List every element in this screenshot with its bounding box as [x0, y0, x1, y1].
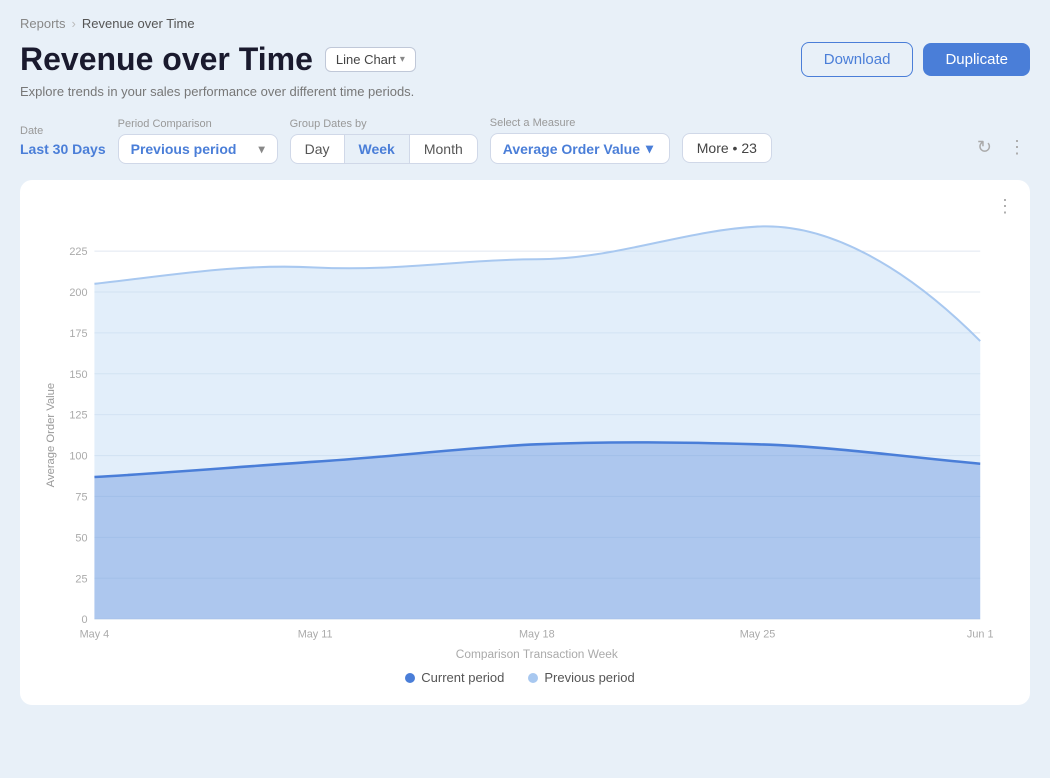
- legend-current-label: Current period: [421, 670, 504, 685]
- group-day-button[interactable]: Day: [291, 135, 345, 163]
- chart-type-label: Line Chart: [336, 52, 396, 67]
- legend-previous-label: Previous period: [544, 670, 634, 685]
- breadcrumb: Reports › Revenue over Time: [20, 16, 1030, 31]
- breadcrumb-separator: ›: [72, 16, 76, 31]
- svg-text:Jun 1: Jun 1: [967, 628, 994, 640]
- chart-area: Average Order Value 0 25 50 75 100 125: [40, 200, 1000, 660]
- date-filter-label: Date: [20, 125, 106, 137]
- chart-svg: Average Order Value 0 25 50 75 100 125: [40, 200, 1000, 660]
- svg-text:Comparison Transaction Week: Comparison Transaction Week: [456, 647, 619, 660]
- chart-legend: Current period Previous period: [40, 670, 1000, 685]
- measure-chevron-icon: ▾: [646, 140, 653, 157]
- period-filter-dropdown[interactable]: Previous period ▾: [118, 134, 278, 164]
- group-dates-label: Group Dates by: [290, 118, 478, 130]
- date-filter-group: Date Last 30 Days: [20, 125, 106, 157]
- chart-card: ⋮ Average Order Value 0 25 50 75 100: [20, 180, 1030, 705]
- svg-text:0: 0: [81, 614, 87, 626]
- page-header: Revenue over Time Line Chart ▾ Download …: [20, 41, 1030, 78]
- breadcrumb-current: Revenue over Time: [82, 16, 195, 31]
- group-dates-buttons: Day Week Month: [290, 134, 478, 164]
- svg-text:100: 100: [69, 451, 87, 463]
- period-chevron-icon: ▾: [259, 142, 265, 156]
- more-options-button[interactable]: ⋮: [1004, 133, 1030, 162]
- svg-text:25: 25: [75, 573, 87, 585]
- svg-text:May 4: May 4: [80, 628, 110, 640]
- group-month-button[interactable]: Month: [410, 135, 477, 163]
- svg-text:175: 175: [69, 328, 87, 340]
- page-title: Revenue over Time: [20, 41, 313, 78]
- more-vert-icon: ⋮: [1008, 137, 1026, 157]
- filters-row: Date Last 30 Days Period Comparison Prev…: [20, 117, 1030, 164]
- toolbar-icons: ↻ ⋮: [973, 133, 1030, 162]
- svg-text:225: 225: [69, 246, 87, 258]
- group-week-button[interactable]: Week: [345, 135, 410, 163]
- period-filter-label: Period Comparison: [118, 118, 278, 130]
- legend-current-dot: [405, 673, 415, 683]
- measure-section: Select a Measure Average Order Value ▾: [490, 117, 670, 164]
- svg-text:125: 125: [69, 410, 87, 422]
- measure-dropdown[interactable]: Average Order Value ▾: [490, 133, 670, 164]
- legend-previous-dot: [528, 673, 538, 683]
- legend-current: Current period: [405, 670, 504, 685]
- header-actions: Download Duplicate: [801, 42, 1030, 77]
- chevron-down-icon: ▾: [400, 54, 405, 65]
- more-button[interactable]: More • 23: [682, 133, 772, 163]
- period-filter-value: Previous period: [131, 141, 237, 157]
- measure-filter-label: Select a Measure: [490, 117, 670, 129]
- svg-text:75: 75: [75, 491, 87, 503]
- refresh-icon: ↻: [977, 137, 992, 157]
- measure-value: Average Order Value: [503, 141, 640, 157]
- svg-text:150: 150: [69, 369, 87, 381]
- svg-text:May 25: May 25: [740, 628, 776, 640]
- refresh-button[interactable]: ↻: [973, 133, 996, 162]
- period-filter-group: Period Comparison Previous period ▾: [118, 118, 278, 164]
- chart-type-button[interactable]: Line Chart ▾: [325, 47, 416, 72]
- date-filter-value[interactable]: Last 30 Days: [20, 141, 106, 157]
- group-dates-section: Group Dates by Day Week Month: [290, 118, 478, 164]
- more-filter-group: More • 23: [682, 133, 772, 163]
- legend-previous: Previous period: [528, 670, 634, 685]
- svg-text:50: 50: [75, 532, 87, 544]
- page-subtitle: Explore trends in your sales performance…: [20, 84, 1030, 99]
- duplicate-button[interactable]: Duplicate: [923, 43, 1030, 76]
- svg-text:May 18: May 18: [519, 628, 555, 640]
- svg-text:200: 200: [69, 287, 87, 299]
- breadcrumb-parent[interactable]: Reports: [20, 16, 66, 31]
- svg-text:Average Order Value: Average Order Value: [45, 383, 57, 487]
- download-button[interactable]: Download: [801, 42, 914, 77]
- title-group: Revenue over Time Line Chart ▾: [20, 41, 416, 78]
- svg-text:May 11: May 11: [298, 628, 333, 640]
